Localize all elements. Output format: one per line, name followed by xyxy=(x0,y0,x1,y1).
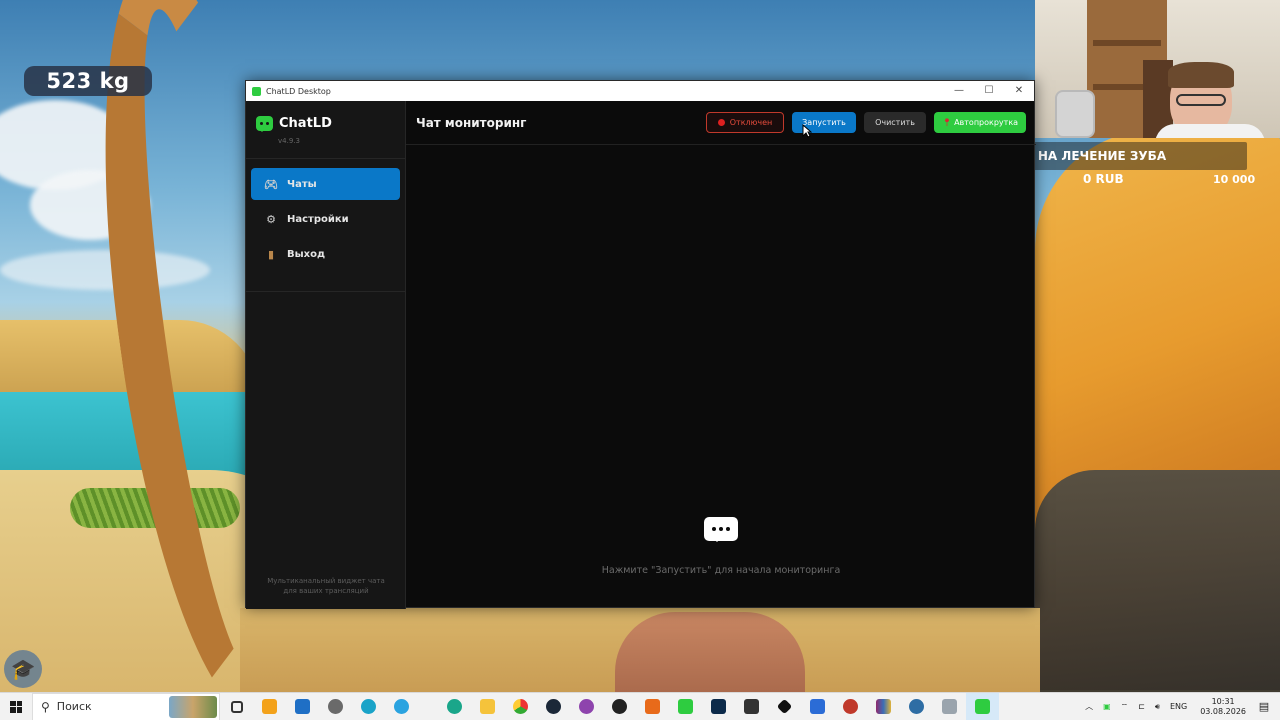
outlook-icon[interactable] xyxy=(286,693,319,720)
app-icon-teal[interactable] xyxy=(438,693,471,720)
chatld-active-icon[interactable] xyxy=(966,692,999,720)
windows-icon xyxy=(10,700,22,713)
brand: ChatLD xyxy=(246,101,405,132)
status-dot-icon xyxy=(717,119,725,126)
chevron-up-icon[interactable]: ︿ xyxy=(1085,701,1093,712)
graduation-cap-icon[interactable]: 🎓 xyxy=(4,650,42,688)
close-button[interactable]: ✕ xyxy=(1004,81,1034,101)
clock-date: 03.08.2026 xyxy=(1200,706,1246,716)
status-label: Отключен xyxy=(729,118,773,127)
app-name: ChatLD xyxy=(279,116,332,131)
sidebar-footer: Мультиканальный виджет чата для ваших тр… xyxy=(267,577,385,595)
taskbar-search[interactable]: ⚲ Поиск xyxy=(32,692,220,720)
mouse-cursor-icon xyxy=(802,124,812,138)
edge-icon[interactable] xyxy=(352,693,385,720)
fl-studio-icon[interactable] xyxy=(636,693,669,720)
steam-icon[interactable] xyxy=(537,693,570,720)
status-badge: Отключен xyxy=(706,112,784,133)
page-title: Чат мониторинг xyxy=(416,115,527,130)
chatld-window: ChatLD Desktop — ☐ ✕ ChatLD v4.9.3 🎮︎ Ча… xyxy=(245,80,1036,609)
chrome-icon[interactable] xyxy=(504,693,537,720)
donation-goal-current: 0 RUB xyxy=(1083,172,1124,186)
shirt xyxy=(1155,124,1265,138)
chatld-tray-icon[interactable]: ▣ xyxy=(1103,702,1111,711)
player-hand xyxy=(615,612,805,702)
notification-icon[interactable]: ▤ xyxy=(1254,700,1274,713)
chat-bubble-icon xyxy=(256,116,273,132)
donation-goal-target: 10 000 xyxy=(1213,173,1256,186)
file-explorer-icon[interactable] xyxy=(471,693,504,720)
window-titlebar[interactable]: ChatLD Desktop — ☐ ✕ xyxy=(246,81,1034,101)
sidebar-nav: 🎮︎ Чаты ⚙ Настройки ▮ Выход xyxy=(246,159,405,282)
wifi-icon[interactable]: ⊏ xyxy=(1138,702,1145,711)
roblox-icon[interactable] xyxy=(801,693,834,720)
chatld-taskbar-icon[interactable] xyxy=(669,693,702,720)
window-title: ChatLD Desktop xyxy=(266,86,331,96)
pin-icon: 📍︎ xyxy=(941,118,953,127)
volume-icon[interactable]: 🔊︎ xyxy=(1155,702,1160,712)
clear-button[interactable]: Очистить xyxy=(864,112,926,133)
dark-floor xyxy=(1035,470,1280,700)
app-version: v4.9.3 xyxy=(278,137,300,145)
photoshop-icon[interactable] xyxy=(702,693,735,720)
maximize-button[interactable]: ☐ xyxy=(974,81,1004,101)
search-icon: ⚲ xyxy=(41,699,50,714)
gamepad-icon: 🎮︎ xyxy=(264,177,278,191)
telegram-icon[interactable] xyxy=(385,693,418,720)
sidebar-item-chats[interactable]: 🎮︎ Чаты xyxy=(251,168,400,200)
app-icon xyxy=(252,86,261,96)
obs-icon[interactable] xyxy=(603,693,636,720)
webcam-overlay xyxy=(1035,0,1280,138)
task-view-icon[interactable] xyxy=(220,693,253,720)
twitch-icon[interactable] xyxy=(570,693,603,720)
sidebar-item-label: Выход xyxy=(287,248,326,260)
taskbar: ⚲ Поиск ︿ ▣ ⌔ ⊏ 🔊︎ ENG 10:31 03.08.2026 … xyxy=(0,692,1280,720)
network-icon[interactable]: ⌔ xyxy=(1121,702,1129,712)
clock[interactable]: 10:31 03.08.2026 xyxy=(1200,697,1246,717)
sidebar-item-label: Чаты xyxy=(287,178,317,190)
sidebar: ChatLD v4.9.3 🎮︎ Чаты ⚙ Настройки ▮ Выхо… xyxy=(246,101,406,609)
chat-header: Чат мониторинг Отключен Запустить Очисти… xyxy=(406,101,1036,145)
search-placeholder: Поиск xyxy=(56,700,92,713)
clock-time: 10:31 xyxy=(1211,696,1235,706)
empty-state-message: Нажмите "Запустить" для начала мониторин… xyxy=(601,565,841,576)
sidebar-item-exit[interactable]: ▮ Выход xyxy=(251,238,400,270)
start-button[interactable] xyxy=(0,693,32,720)
record-app-icon[interactable] xyxy=(834,693,867,720)
unity-icon[interactable] xyxy=(735,693,768,720)
autoscroll-button[interactable]: 📍︎ Автопрокрутка xyxy=(934,112,1026,133)
pen-app-icon[interactable] xyxy=(768,693,801,720)
divider xyxy=(246,291,406,292)
window-app-icon[interactable] xyxy=(933,693,966,720)
door-icon: ▮ xyxy=(267,247,275,261)
microphone xyxy=(1055,90,1095,138)
weight-badge: 523 kg xyxy=(24,66,152,96)
glasses xyxy=(1176,94,1226,106)
streamer-hair xyxy=(1168,62,1234,88)
system-tray: ︿ ▣ ⌔ ⊏ 🔊︎ ENG 10:31 03.08.2026 ▤ xyxy=(1080,693,1280,720)
sidebar-item-label: Настройки xyxy=(287,213,349,225)
sidebar-item-settings[interactable]: ⚙ Настройки xyxy=(251,203,400,235)
chat-bubble-icon xyxy=(704,517,738,542)
settings-app-icon[interactable] xyxy=(900,693,933,720)
gamepad-app-icon[interactable] xyxy=(319,693,352,720)
store-icon[interactable] xyxy=(253,693,286,720)
winrar-icon[interactable] xyxy=(867,693,900,720)
gear-icon: ⚙ xyxy=(266,212,276,226)
autoscroll-label: Автопрокрутка xyxy=(954,118,1019,127)
language-indicator[interactable]: ENG xyxy=(1170,702,1187,711)
minimize-button[interactable]: — xyxy=(944,81,974,101)
search-highlight-image xyxy=(169,695,217,718)
